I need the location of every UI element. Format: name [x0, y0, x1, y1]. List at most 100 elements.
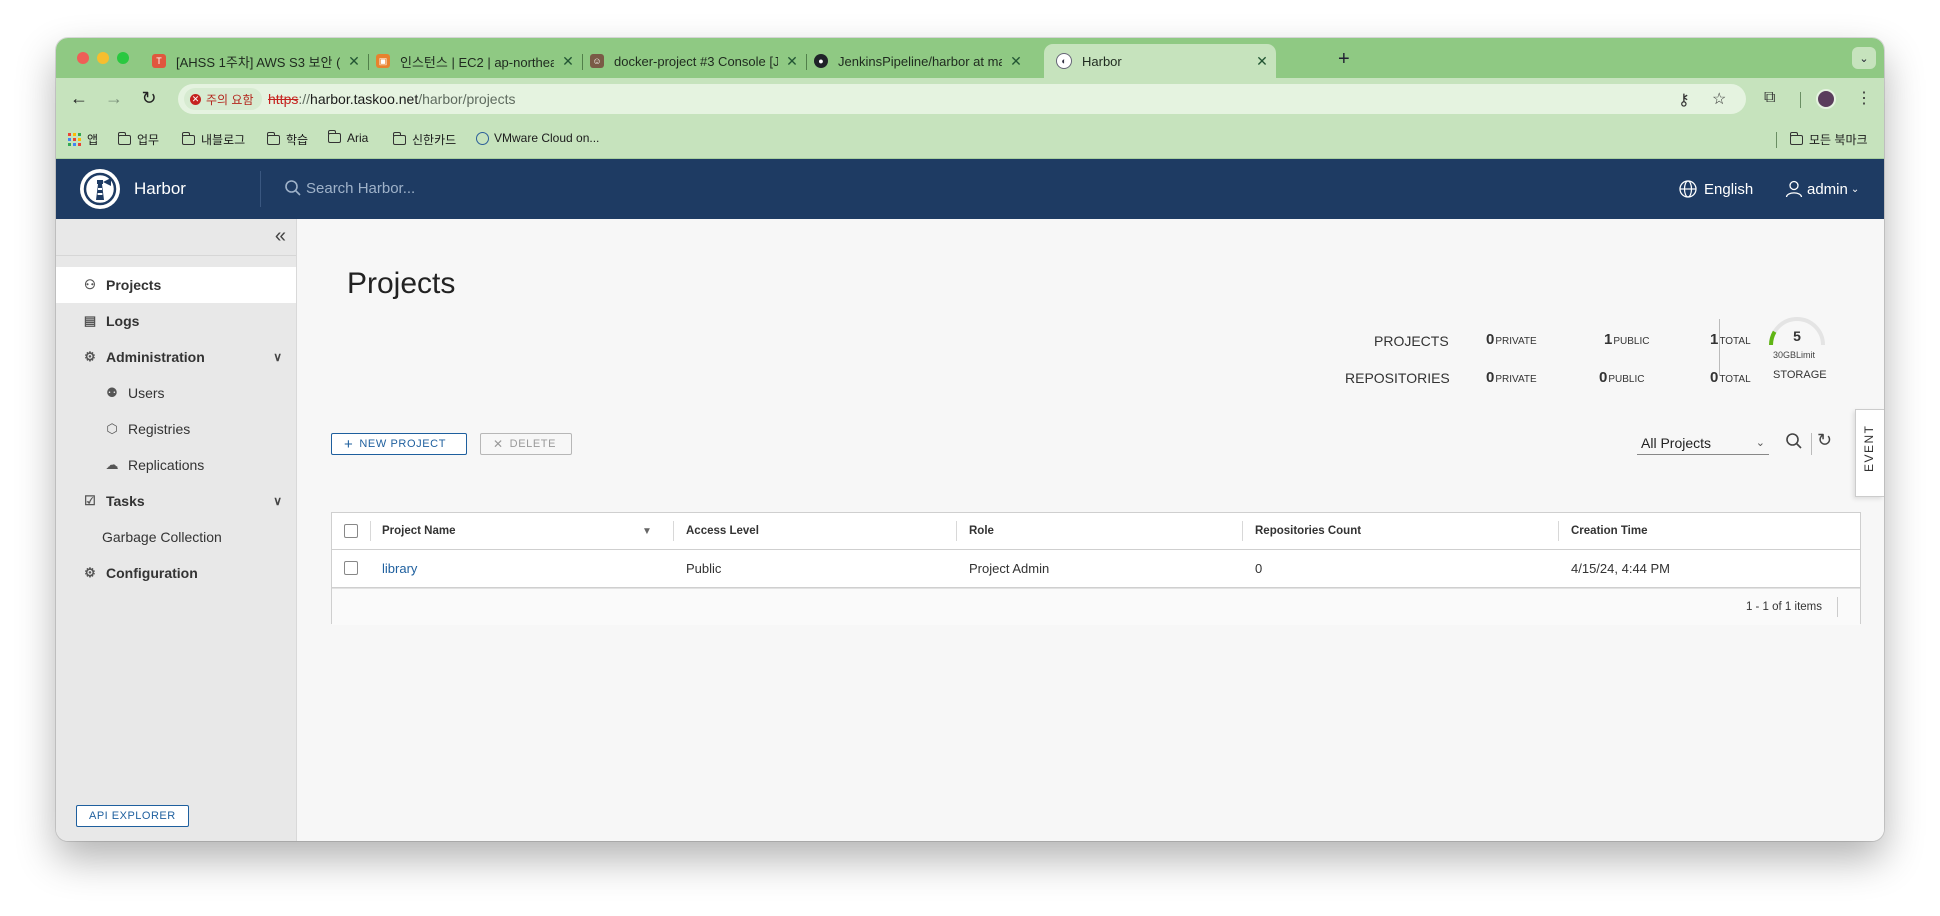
folder-icon — [117, 131, 131, 145]
notion-favicon-icon: T — [152, 54, 166, 68]
search-placeholder: Search Harbor... — [306, 179, 416, 197]
bookmark-folder-4[interactable]: Aria — [327, 130, 368, 145]
bookmark-vmware[interactable]: VMware Cloud on... — [476, 131, 599, 145]
repositories-public-count: 0 PUBLIC — [1599, 369, 1645, 386]
sidebar-item-garbage-collection[interactable]: Garbage Collection — [56, 519, 296, 555]
close-tab-icon[interactable]: ✕ — [784, 53, 800, 70]
new-tab-button[interactable]: + — [1338, 48, 1350, 71]
page-title: Projects — [347, 267, 456, 300]
bookmark-folder-2[interactable]: 내블로그 — [181, 131, 245, 148]
refresh-icon[interactable]: ↻ — [1817, 430, 1832, 451]
filter-icon[interactable]: ▼ — [642, 513, 652, 549]
column-header-role[interactable]: Role — [969, 513, 994, 549]
project-filter-select[interactable]: All Projects ⌄ — [1637, 431, 1769, 455]
reload-icon[interactable]: ↻ — [138, 88, 160, 109]
folder-icon — [181, 131, 195, 145]
close-tab-icon[interactable]: ✕ — [346, 53, 362, 70]
projects-table: Project Name ▼ Access Level Role Reposit… — [331, 512, 1861, 625]
all-bookmarks[interactable]: 모든 북마크 — [1789, 131, 1868, 148]
double-chevron-left-icon[interactable]: « — [275, 225, 286, 248]
close-tab-icon[interactable]: ✕ — [1254, 53, 1270, 70]
back-arrow-icon[interactable]: ← — [68, 88, 90, 109]
sidebar-item-registries[interactable]: ⬡ Registries — [56, 411, 296, 447]
profile-avatar[interactable] — [1816, 89, 1836, 109]
close-tab-icon[interactable]: ✕ — [1008, 53, 1024, 70]
folder-icon — [327, 130, 341, 143]
warning-icon: ✕ — [190, 93, 201, 105]
minimize-window-button[interactable] — [97, 52, 109, 64]
sidebar-collapse: « — [56, 219, 296, 256]
administration-icon: ⚙ — [84, 349, 96, 364]
project-name-link[interactable]: library — [382, 549, 417, 587]
global-search[interactable]: Search Harbor... — [284, 179, 415, 197]
bookmarks-bar: 앱 업무 내블로그 학습 Aria 신한카드 VMware Cloud on..… — [56, 120, 1884, 159]
projects-private-count: 0 PRIVATE — [1486, 331, 1537, 348]
sidebar-item-administration[interactable]: ⚙ Administration ∨ — [56, 339, 296, 375]
harbor-logo-icon[interactable] — [80, 169, 120, 209]
close-icon: ✕ — [493, 437, 504, 451]
repositories-private-count: 0 PRIVATE — [1486, 369, 1537, 386]
language-selector[interactable]: English — [1678, 179, 1753, 199]
bookmark-folder-3[interactable]: 학습 — [266, 131, 308, 148]
browser-window: T [AHSS 1주차] AWS S3 보안 (1) ✕ ▣ 인스턴스 | EC… — [56, 38, 1884, 841]
tab-search-button[interactable]: ⌄ — [1852, 47, 1876, 69]
sidebar-item-projects[interactable]: ⚇ Projects — [56, 267, 296, 303]
browser-tab-2[interactable]: ▣ 인스턴스 | EC2 | ap-northeast- ✕ — [376, 44, 576, 78]
column-header-project-name[interactable]: Project Name — [382, 513, 456, 549]
sidebar-item-logs[interactable]: ▤ Logs — [56, 303, 296, 339]
pagination-summary: 1 - 1 of 1 items — [1745, 601, 1822, 613]
browser-tab-3[interactable]: ☺ docker-project #3 Console [J ✕ — [590, 44, 800, 78]
projects-icon: ⚇ — [84, 277, 96, 292]
browser-tab-harbor[interactable]: ◐ Harbor ✕ — [1044, 44, 1276, 78]
delete-button[interactable]: ✕ DELETE — [480, 433, 572, 455]
column-header-access-level[interactable]: Access Level — [686, 513, 759, 549]
close-tab-icon[interactable]: ✕ — [560, 53, 576, 70]
sidebar-item-users[interactable]: ⚉ Users — [56, 375, 296, 411]
aws-favicon-icon: ▣ — [376, 54, 390, 68]
creation-time-cell: 4/15/24, 4:44 PM — [1571, 560, 1671, 576]
security-warning-chip[interactable]: ✕ 주의 요함 — [184, 88, 262, 110]
table-row[interactable]: library Public Project Admin 0 4/15/24, … — [332, 549, 1860, 588]
address-bar[interactable]: ✕ 주의 요함 https://harbor.taskoo.net/harbor… — [178, 84, 1746, 114]
table-header: Project Name ▼ Access Level Role Reposit… — [332, 513, 1860, 550]
repositories-stat-label: REPOSITORIES — [1345, 370, 1450, 386]
sidebar-item-tasks[interactable]: ☑ Tasks ∨ — [56, 483, 296, 519]
bookmark-folder-5[interactable]: 신한카드 — [392, 131, 456, 148]
chevron-down-icon[interactable]: ∨ — [273, 494, 282, 508]
close-window-button[interactable] — [77, 52, 89, 64]
forward-arrow-icon[interactable]: → — [103, 88, 125, 109]
browser-tab-1[interactable]: T [AHSS 1주차] AWS S3 보안 (1) ✕ — [152, 44, 362, 78]
harbor-favicon-icon: ◐ — [1056, 53, 1072, 69]
sidebar-item-replications[interactable]: ☁ Replications — [56, 447, 296, 483]
brand-name[interactable]: Harbor — [134, 179, 186, 199]
maximize-window-button[interactable] — [117, 52, 129, 64]
new-project-button[interactable]: + NEW PROJECT — [331, 433, 467, 455]
bookmark-folder-1[interactable]: 업무 — [117, 131, 159, 148]
select-all-checkbox[interactable] — [344, 513, 358, 549]
user-icon — [1785, 180, 1803, 198]
search-icon[interactable] — [1785, 432, 1803, 455]
repositories-count-cell: 0 — [1255, 560, 1263, 576]
user-menu[interactable]: admin ⌄ — [1784, 179, 1859, 199]
extensions-icon[interactable]: ⧉ — [1764, 89, 1775, 107]
bookmark-star-icon[interactable]: ☆ — [1712, 89, 1726, 109]
chevron-down-icon: ⌄ — [1850, 183, 1860, 195]
bookmark-apps[interactable]: 앱 — [68, 131, 98, 148]
row-checkbox[interactable] — [344, 549, 358, 587]
sidebar: « ⚇ Projects ▤ Logs ⚙ Administration ∨ ⚉… — [56, 219, 297, 841]
column-header-creation-time[interactable]: Creation Time — [1571, 513, 1647, 549]
kebab-menu-icon[interactable]: ⋮ — [1856, 88, 1872, 108]
storage-label: STORAGE — [1773, 369, 1827, 381]
browser-tab-4[interactable]: ● JenkinsPipeline/harbor at ma ✕ — [814, 44, 1024, 78]
browser-toolbar: ← → ↻ ✕ 주의 요함 https://harbor.taskoo.net/… — [56, 78, 1884, 120]
storage-limit: 30GBLimit — [1773, 350, 1816, 360]
app-header: Harbor Search Harbor... English admin ⌄ — [56, 159, 1884, 219]
column-header-repositories-count[interactable]: Repositories Count — [1255, 513, 1361, 549]
apps-grid-icon — [68, 133, 81, 146]
configuration-gear-icon: ⚙ — [84, 565, 96, 580]
event-side-tab[interactable]: EVENT — [1855, 409, 1884, 497]
api-explorer-button[interactable]: API EXPLORER — [76, 805, 189, 827]
chevron-down-icon[interactable]: ∨ — [273, 350, 282, 364]
password-key-icon[interactable]: ⚷ — [1678, 90, 1690, 110]
sidebar-item-configuration[interactable]: ⚙ Configuration — [56, 555, 296, 591]
